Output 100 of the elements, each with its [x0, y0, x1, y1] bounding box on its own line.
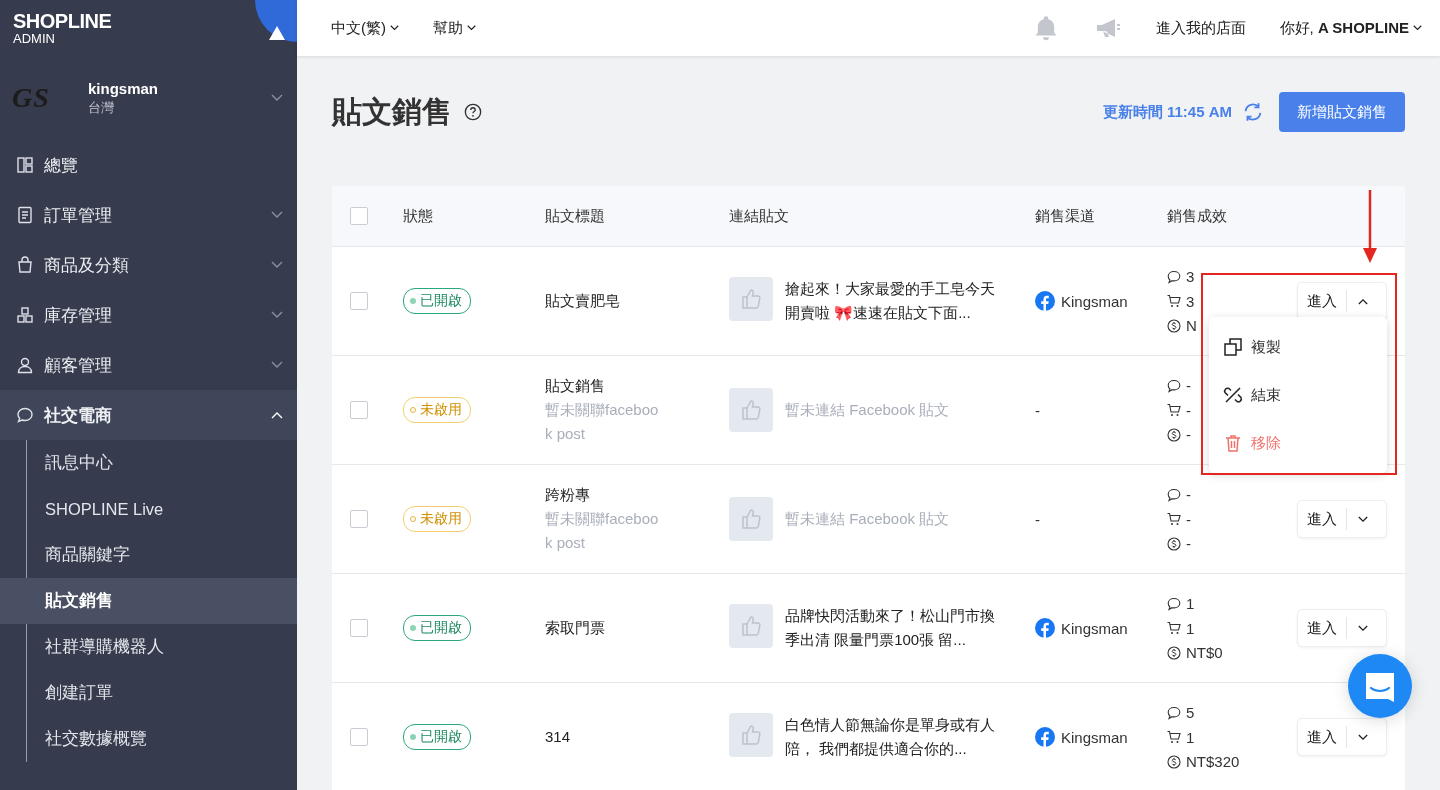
post-text: 暫未連結 Facebook 貼文	[785, 509, 950, 529]
sidebar-item[interactable]: 商品及分類	[0, 240, 297, 290]
dollar-icon	[1167, 427, 1181, 442]
grid-icon	[16, 156, 34, 174]
dollar-icon	[1167, 645, 1181, 660]
sidebar-subitem[interactable]: 貼文銷售	[0, 578, 297, 624]
chevron-down-icon[interactable]	[1358, 733, 1368, 741]
sidebar-item[interactable]: 訂單管理	[0, 190, 297, 240]
status-badge: 已開啟	[403, 724, 471, 750]
checkbox[interactable]	[350, 510, 368, 528]
sidebar-subitem[interactable]: SHOPLINE Live	[0, 486, 297, 532]
comment-icon	[1167, 596, 1181, 611]
cart-icon	[1167, 294, 1181, 308]
bag-icon	[16, 256, 34, 274]
crossed-link-icon	[1223, 385, 1243, 405]
sales-value: 5	[1186, 704, 1195, 721]
post-title: 跨粉專	[545, 485, 591, 505]
page-title: 貼文銷售	[332, 93, 452, 130]
facebook-icon	[1035, 291, 1055, 311]
chevron-down-icon	[467, 25, 476, 31]
copy-icon	[1223, 337, 1243, 357]
checkbox[interactable]	[350, 619, 368, 637]
sidebar-item[interactable]: 顧客管理	[0, 340, 297, 390]
sidebar-item[interactable]: 社交電商	[0, 390, 297, 440]
logo-subtitle: ADMIN	[13, 32, 56, 45]
checkbox[interactable]	[350, 728, 368, 746]
chevron-up-icon[interactable]	[1358, 297, 1368, 305]
channel-name: Kingsman	[1061, 292, 1128, 310]
store-region: 台灣	[88, 98, 115, 117]
person-icon	[16, 356, 34, 374]
sales-value: -	[1186, 426, 1191, 443]
column-header: 狀態	[403, 206, 434, 226]
sidebar-item[interactable]: 總覽	[0, 140, 297, 190]
chevron-up-icon	[271, 411, 283, 419]
post-text: 搶起來！大家最愛的手工皂今天開賣啦 🎀速速在貼文下面...	[785, 279, 995, 323]
post-title: 314	[545, 727, 572, 747]
checkbox[interactable]	[350, 292, 368, 310]
menu-item[interactable]: 結束	[1209, 371, 1387, 419]
comment-icon	[1167, 378, 1181, 393]
language-dropdown[interactable]: 中文(繁)	[331, 18, 399, 38]
help-dropdown[interactable]: 幫助	[433, 18, 476, 38]
sidebar-subitem[interactable]: 社交數據概覽	[0, 716, 297, 762]
menu-item[interactable]: 複製	[1209, 323, 1387, 371]
mountain-logo-icon[interactable]	[255, 0, 297, 42]
sales-value: 1	[1186, 595, 1195, 612]
post-title: 貼文賣肥皂	[545, 291, 621, 311]
account-dropdown[interactable]: 你好, A SHOPLINE	[1279, 18, 1422, 38]
sales-value: NT$0	[1186, 644, 1223, 661]
post-subtitle: 暫未關聯facebook post	[545, 400, 660, 444]
sidebar-subitem[interactable]: 訊息中心	[0, 440, 297, 486]
cart-icon	[1167, 403, 1181, 417]
channel-name: Kingsman	[1061, 728, 1128, 746]
channel-name: Kingsman	[1061, 619, 1128, 637]
chat-bubble-icon	[16, 406, 34, 424]
sales-value: -	[1186, 535, 1191, 552]
thumbs-up-icon	[729, 388, 773, 432]
post-text: 品牌快閃活動來了！松山門市換季出清 限量門票100張 留...	[785, 606, 995, 650]
checkbox[interactable]	[350, 401, 368, 419]
add-post-sale-button[interactable]: 新增貼文銷售	[1279, 92, 1405, 132]
facebook-icon	[1035, 727, 1055, 747]
thumbs-up-icon	[729, 277, 773, 321]
cart-icon	[1167, 621, 1181, 635]
chevron-down-icon	[271, 211, 283, 219]
trash-icon	[1223, 433, 1243, 453]
sales-value: 1	[1186, 728, 1195, 746]
sidebar-item[interactable]: 庫存管理	[0, 290, 297, 340]
dollar-icon	[1167, 536, 1181, 551]
boxes-icon	[16, 306, 34, 324]
status-badge: 未啟用	[403, 397, 471, 423]
column-header: 貼文標題	[545, 206, 606, 226]
enter-split-button[interactable]: 進入	[1297, 282, 1387, 320]
enter-split-button[interactable]: 進入	[1297, 609, 1387, 647]
channel-name: -	[1035, 510, 1040, 528]
post-title: 索取門票	[545, 618, 606, 638]
comment-icon	[1167, 269, 1181, 284]
chevron-down-icon	[1413, 25, 1422, 31]
column-header: 連結貼文	[729, 206, 790, 226]
chevron-down-icon	[271, 311, 283, 319]
facebook-icon	[1035, 618, 1055, 638]
chat-launcher-icon[interactable]	[1348, 654, 1412, 718]
refresh-icon[interactable]	[1242, 101, 1264, 123]
checkbox[interactable]	[350, 207, 368, 225]
post-text: 暫未連結 Facebook 貼文	[785, 400, 950, 420]
chevron-down-icon[interactable]	[1358, 515, 1368, 523]
column-header: 銷售渠道	[1035, 206, 1096, 226]
thumbs-up-icon	[729, 604, 773, 648]
store-link[interactable]: 進入我的店面	[1155, 18, 1246, 38]
sidebar-subitem[interactable]: 社群導購機器人	[0, 624, 297, 670]
comment-icon	[1167, 705, 1181, 720]
sidebar-subitem[interactable]: 商品關鍵字	[0, 532, 297, 578]
sidebar-subitem[interactable]: 創建訂單	[0, 670, 297, 716]
sales-value: 3	[1186, 268, 1195, 285]
post-title: 貼文銷售	[545, 376, 606, 396]
enter-split-button[interactable]: 進入	[1297, 718, 1387, 756]
store-name[interactable]: kingsman	[88, 79, 159, 97]
help-icon[interactable]	[464, 103, 482, 121]
status-badge: 未啟用	[403, 506, 471, 532]
chevron-down-icon[interactable]	[1358, 624, 1368, 632]
enter-split-button[interactable]: 進入	[1297, 500, 1387, 538]
dollar-icon	[1167, 754, 1181, 769]
